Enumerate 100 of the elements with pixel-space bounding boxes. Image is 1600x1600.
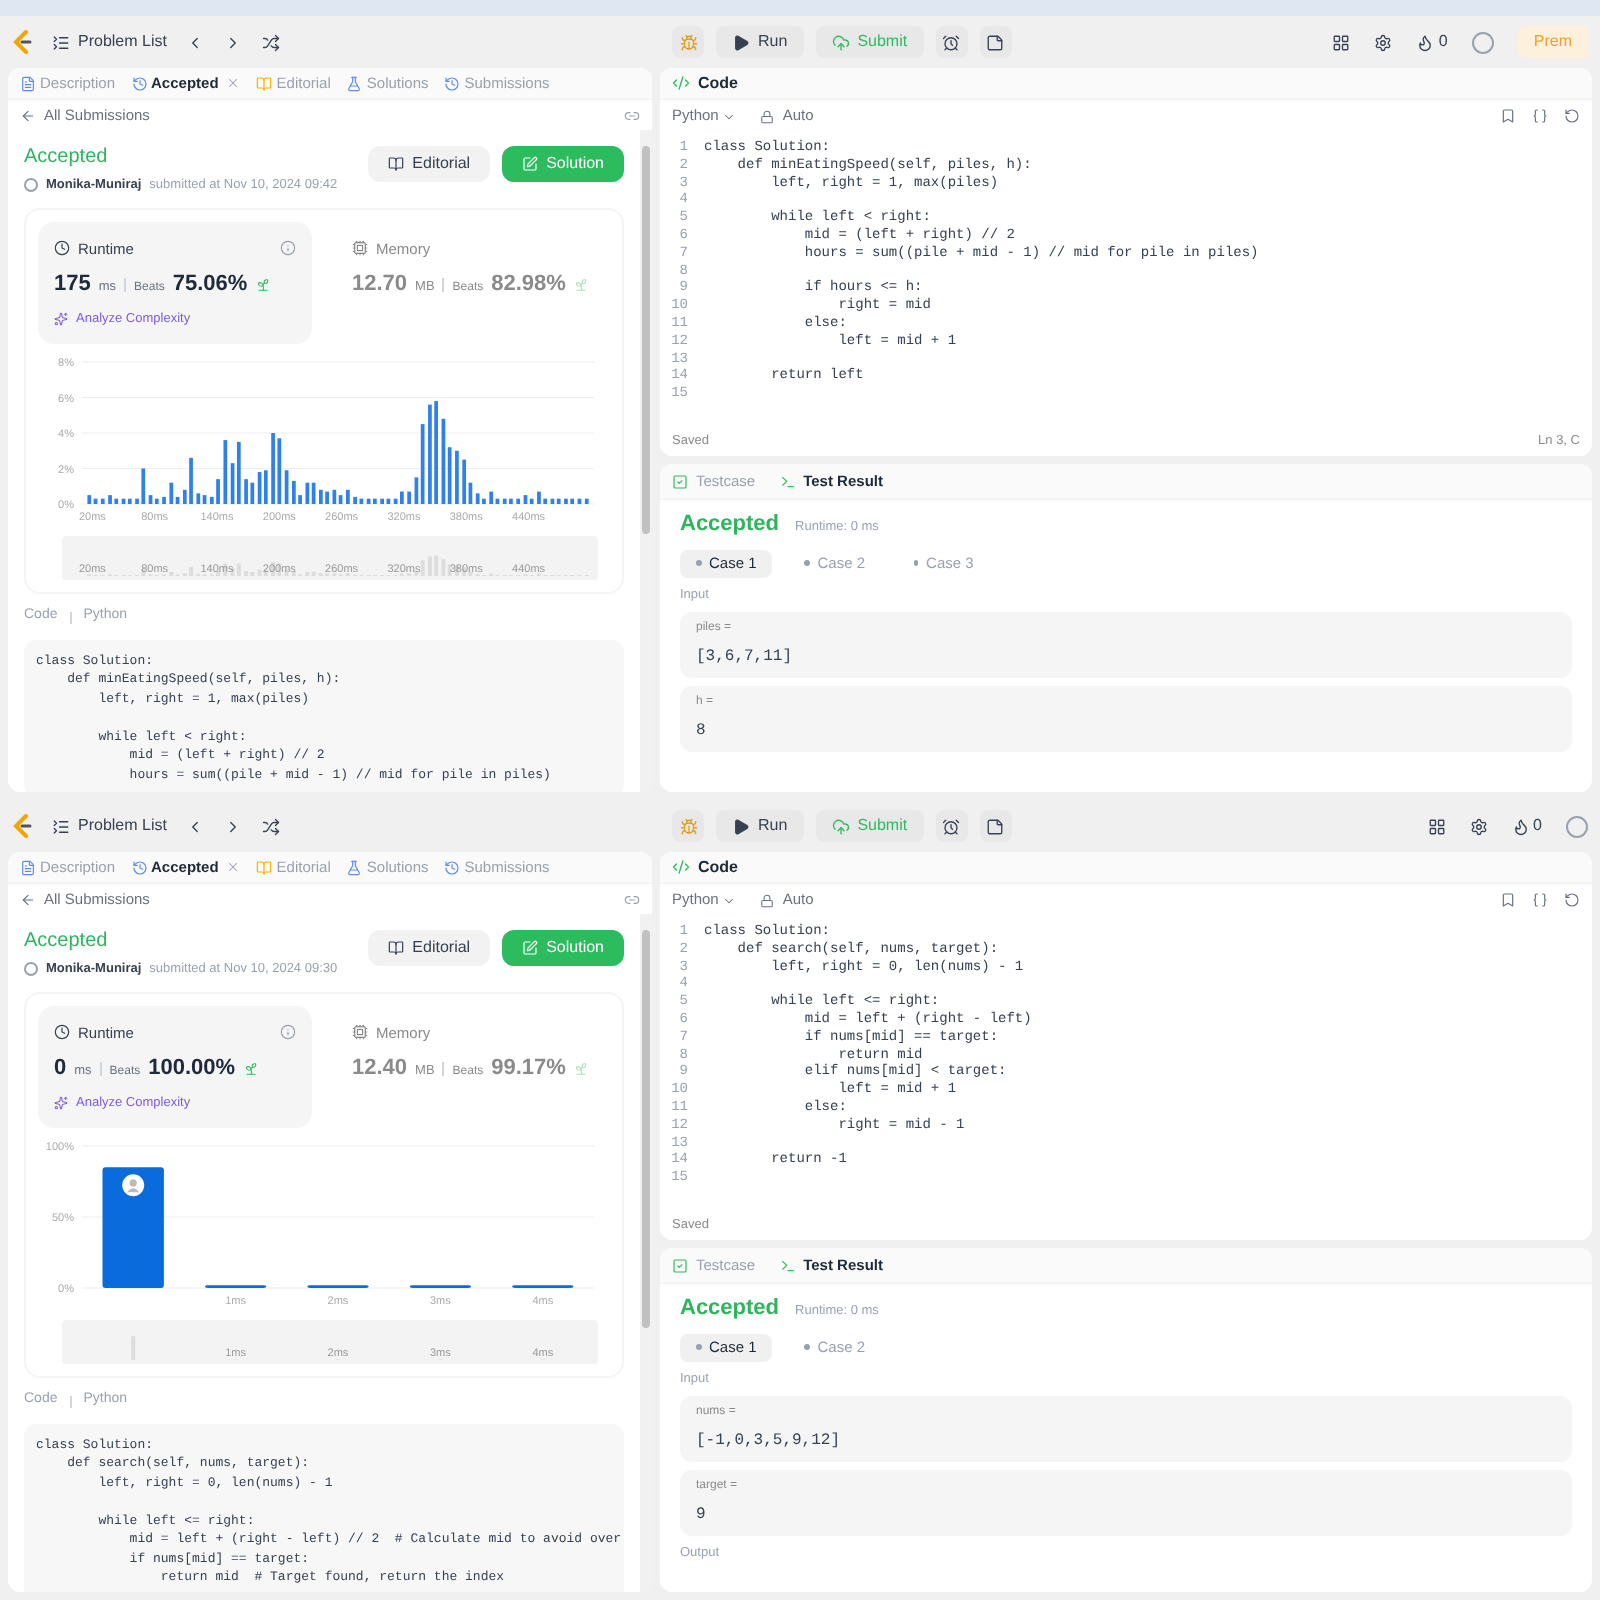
chart-bar[interactable] [257,472,262,505]
chart-bar[interactable] [543,499,548,505]
chart-bar[interactable] [100,499,105,505]
chart-bar[interactable] [420,424,425,505]
book-icon [388,940,405,956]
avatar-icon[interactable] [1471,31,1494,53]
chart-bar[interactable] [475,493,480,505]
chart-bar[interactable] [202,495,207,505]
chart-bar[interactable] [570,499,575,505]
flask-icon [346,75,363,91]
chart-bar[interactable] [236,442,241,505]
status-text: Accepted [24,928,110,956]
chart-bar[interactable] [556,499,561,505]
logo-icon[interactable] [12,814,32,838]
play-icon [732,817,750,835]
editorial-button[interactable]: Editorial [368,146,491,182]
list-icon [52,817,70,835]
logo-icon[interactable] [12,30,32,54]
chart-bar[interactable] [550,499,555,505]
avatar-icon[interactable] [1566,815,1588,837]
timer-button[interactable] [935,26,968,58]
chart-bar[interactable] [529,499,534,505]
chart-bar[interactable] [523,495,528,505]
terminal-icon [779,473,796,489]
problem-list-button[interactable]: Problem List [52,30,167,54]
bug-icon [679,817,697,835]
undo-icon [1564,108,1580,124]
chart-bar[interactable] [141,469,146,505]
lock-icon [760,893,775,907]
chart-bar[interactable] [584,499,589,505]
editorial-button[interactable]: Editorial [368,930,491,966]
chart-bar[interactable] [263,470,268,505]
chip-icon [352,240,368,257]
chart-bar[interactable] [87,495,92,505]
chart-bar[interactable] [502,499,507,505]
flame-icon [1416,33,1435,51]
scrollbar[interactable] [640,914,652,1592]
chart-bar[interactable] [277,438,282,505]
panel-title: Code [698,71,738,95]
chart-bar[interactable] [311,483,316,505]
notes-button[interactable] [979,810,1012,842]
chart-bar[interactable] [284,470,289,505]
variable-value: [-1,0,3,5,9,12] [696,1430,843,1455]
chart-bar[interactable] [386,499,391,505]
sprout-icon [255,277,270,292]
overview-strip[interactable] [62,536,598,581]
chart-bar[interactable] [414,477,419,505]
notes-button[interactable] [979,26,1012,58]
scrollbar[interactable] [640,130,652,792]
chart-bar[interactable] [196,493,201,505]
chart-bar[interactable] [332,490,337,505]
chart-bar[interactable] [209,497,214,505]
chart-bar[interactable] [447,447,452,505]
debug-button[interactable] [672,26,704,58]
streak-count: 0 [1438,30,1448,54]
chart-bar[interactable] [223,440,228,505]
chart-bar[interactable] [114,499,119,505]
chart-bar[interactable] [93,499,98,505]
chart-bar[interactable] [359,499,364,505]
chart-bar[interactable] [462,460,467,505]
chart-bar[interactable] [230,463,235,505]
timer-button[interactable] [935,810,968,842]
chart-bar[interactable] [366,499,371,505]
metric-value: 12.40 [352,1054,408,1084]
streak-count: 0 [1533,814,1542,838]
run-button[interactable]: Run [716,810,804,842]
debug-button[interactable] [672,810,704,842]
solution-button[interactable]: Solution [502,146,624,182]
chart-bar[interactable] [489,492,494,505]
document-icon [20,859,36,875]
chart-bar[interactable] [393,499,398,505]
chart-bar[interactable] [182,490,187,505]
code-icon [672,858,690,876]
chart-bar[interactable] [102,1167,164,1289]
run-button[interactable]: Run [716,26,804,58]
code-icon [672,74,690,92]
book-icon [256,75,273,91]
chart-bar[interactable] [154,499,159,505]
chevron-down-icon [722,893,737,907]
avatar-icon [24,178,38,193]
chart-bar[interactable] [338,495,343,505]
chart-bar[interactable] [127,499,132,505]
chart-bar[interactable] [175,497,180,505]
info-icon [280,240,296,257]
variable-value: 9 [696,1504,708,1529]
alarm-clock-icon [942,33,961,51]
chart-bar[interactable] [441,419,446,505]
chart-bar[interactable] [250,483,255,505]
problem-list-button[interactable]: Problem List [52,814,167,838]
beats-percent: 100.00% [148,1054,236,1084]
chevron-down-icon [722,109,737,123]
chart-bar[interactable] [169,483,174,505]
settings-icon [1469,817,1488,835]
chart-bar[interactable] [305,483,310,505]
chart-bar[interactable] [121,499,126,505]
solution-button[interactable]: Solution [502,930,624,966]
chart-bar[interactable] [577,499,582,505]
chart-bar[interactable] [516,499,521,505]
chart-bar[interactable] [468,483,473,505]
result-status: Accepted [680,510,780,540]
